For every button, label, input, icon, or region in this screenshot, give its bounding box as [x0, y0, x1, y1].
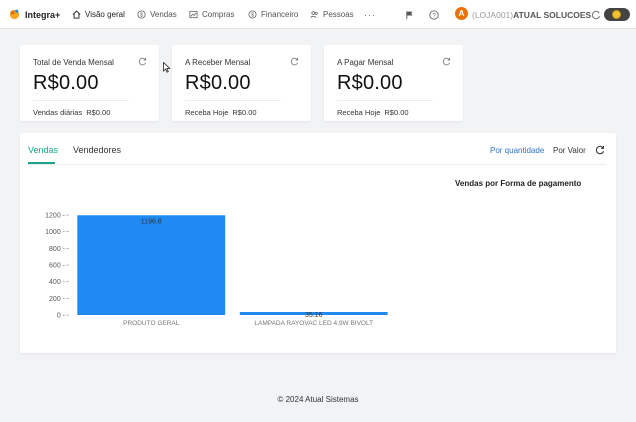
divider — [33, 100, 129, 101]
refresh-icon[interactable] — [442, 57, 451, 66]
footer: © 2024 Atual Sistemas — [0, 395, 636, 404]
dollar-circle-icon: $ — [137, 10, 146, 19]
refresh-icon[interactable] — [290, 57, 299, 66]
card-sub-value: R$0.00 — [384, 108, 409, 117]
y-tick-label: 600 - — [49, 263, 66, 270]
card-sub: Receba Hoje R$0.00 — [185, 108, 257, 117]
nav-item-label: Compras — [202, 10, 235, 19]
data-label: 1196.8 — [141, 218, 162, 225]
card-sub-label: Receba Hoje — [185, 108, 229, 117]
card-value: R$0.00 — [33, 72, 99, 94]
card-title: A Receber Mensal — [185, 58, 251, 67]
chart-line-icon — [189, 10, 198, 19]
y-tick-label: 800 - — [49, 246, 66, 253]
nav-item-financeiro[interactable]: $ Financeiro — [248, 0, 298, 29]
card-a-pagar-mensal: A Pagar Mensal R$0.00 Receba Hoje R$0.00 — [324, 45, 463, 121]
nav-item-label: Visão geral — [85, 10, 125, 19]
card-total-venda-mensal: Total de Venda Mensal R$0.00 Vendas diár… — [20, 45, 159, 121]
more-menu-button[interactable]: ··· — [364, 0, 376, 29]
card-sub-label: Receba Hoje — [337, 108, 381, 117]
x-tick-label: LAMPADA RAYOVAC LED 4,9W BIVOLT — [254, 320, 373, 327]
nav-item-pessoas[interactable]: Pessoas — [310, 0, 354, 29]
copyright-icon: © — [277, 395, 284, 404]
flag-icon[interactable] — [405, 0, 418, 29]
users-icon — [310, 11, 318, 19]
store-selector[interactable]: (LOJA001) ATUAL SOLUCOES — [472, 0, 591, 29]
mouse-cursor-icon — [163, 62, 171, 73]
help-icon[interactable]: ? — [429, 0, 443, 29]
nav-item-compras[interactable]: Compras — [189, 0, 234, 29]
card-sub: Vendas diárias R$0.00 — [33, 108, 110, 117]
card-value: R$0.00 — [185, 72, 251, 94]
svg-text:?: ? — [432, 12, 436, 19]
card-a-receber-mensal: A Receber Mensal R$0.00 Receba Hoje R$0.0… — [172, 45, 311, 121]
avatar[interactable]: A — [455, 7, 468, 20]
card-value: R$0.00 — [337, 72, 403, 94]
home-icon — [72, 10, 81, 19]
footer-text: 2024 Atual Sistemas — [285, 395, 359, 404]
bar — [77, 215, 226, 315]
card-sub-value: R$0.00 — [232, 108, 257, 117]
nav-item-vendas[interactable]: $ Vendas — [137, 0, 177, 29]
divider — [185, 100, 281, 101]
theme-toggle[interactable] — [604, 8, 630, 21]
divider — [337, 100, 433, 101]
card-sub-value: R$0.00 — [86, 108, 111, 117]
y-tick-label: 1200 - — [45, 213, 66, 220]
integra-logo-icon — [9, 9, 20, 20]
refresh-icon[interactable] — [591, 0, 605, 29]
card-sub-label: Vendas diárias — [33, 108, 83, 117]
bar-chart: 0 - 200 - 400 - 600 - 800 - 1000 - 1200 - 1196.… — [45, 213, 388, 327]
brand-name: Integra+ — [25, 9, 61, 20]
sales-panel: Vendas Vendedores Por quantidade Por Val… — [20, 133, 616, 353]
refresh-icon[interactable] — [138, 57, 147, 66]
y-tick-label: 1000 - — [45, 229, 66, 236]
sun-icon — [612, 10, 621, 19]
svg-text:$: $ — [251, 12, 254, 18]
nav-item-label: Pessoas — [323, 10, 354, 19]
y-tick-label: 200 - — [49, 296, 66, 303]
svg-text:$: $ — [140, 12, 143, 18]
card-title: Total de Venda Mensal — [33, 58, 114, 67]
card-title: A Pagar Mensal — [337, 58, 394, 67]
nav-item-label: Vendas — [150, 10, 177, 19]
nav-item-label: Financeiro — [261, 10, 299, 19]
y-tick-label: 0 - — [57, 313, 66, 320]
y-tick-label: 400 - — [49, 279, 66, 286]
store-name: ATUAL SOLUCOES — [513, 9, 592, 20]
top-navigation-bar: Integra+ Visão geral $ Vendas Compras $ … — [0, 0, 636, 29]
x-tick-label: PRODUTO GERAL — [123, 320, 180, 327]
money-circle-icon: $ — [248, 10, 257, 19]
store-code: (LOJA001) — [472, 9, 514, 20]
nav-item-visao-geral[interactable]: Visão geral — [72, 0, 125, 29]
brand[interactable]: Integra+ — [8, 0, 60, 29]
data-label: 35.16 — [305, 312, 323, 319]
card-sub: Receba Hoje R$0.00 — [337, 108, 409, 117]
